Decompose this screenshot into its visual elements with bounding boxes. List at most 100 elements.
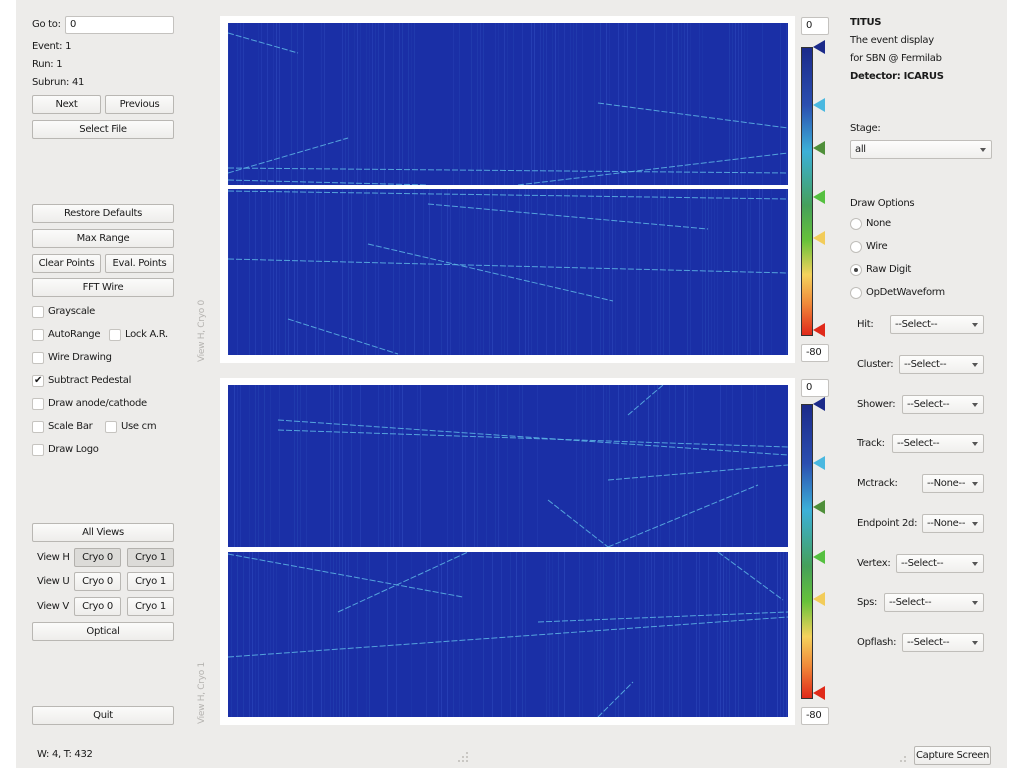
next-button[interactable]: Next bbox=[32, 95, 101, 114]
colorbar-marker-handle[interactable] bbox=[813, 591, 825, 606]
view-v-cryo1-button[interactable]: Cryo 1 bbox=[127, 597, 174, 616]
wire-noise bbox=[228, 23, 229, 185]
view-h-cryo0-button[interactable]: Cryo 0 bbox=[74, 548, 121, 567]
wire-noise bbox=[429, 189, 430, 355]
plot-cryo1-tpc0[interactable] bbox=[228, 385, 788, 547]
sps-select[interactable]: --Select-- bbox=[884, 593, 984, 612]
wire-noise bbox=[618, 385, 619, 547]
fft-wire-button[interactable]: FFT Wire bbox=[32, 278, 174, 297]
stage-label: Stage: bbox=[850, 123, 881, 134]
plot-cryo0-tpc0[interactable] bbox=[228, 23, 788, 185]
draw-none-radio[interactable] bbox=[850, 218, 862, 230]
draw-raw-digit-radio[interactable] bbox=[850, 264, 862, 276]
wire-noise bbox=[486, 385, 487, 547]
max-range-button[interactable]: Max Range bbox=[32, 229, 174, 248]
draw-opdetwaveform-radio[interactable] bbox=[850, 287, 862, 299]
colorbar-marker-handle[interactable] bbox=[813, 397, 825, 411]
splitter-grip[interactable] bbox=[904, 760, 906, 762]
colorbar-marker-handle[interactable] bbox=[813, 500, 825, 515]
mctrack-select[interactable]: --None-- bbox=[922, 474, 984, 493]
particle-track bbox=[277, 429, 788, 448]
lock-ar-checkbox[interactable] bbox=[109, 329, 121, 341]
colorbar-marker-handle[interactable] bbox=[813, 40, 825, 54]
splitter-grip[interactable] bbox=[458, 760, 460, 762]
draw-anode-cathode-checkbox[interactable] bbox=[32, 398, 44, 410]
track-select[interactable]: --Select-- bbox=[892, 434, 984, 453]
wire-noise bbox=[504, 23, 505, 185]
view-v-cryo0-button[interactable]: Cryo 0 bbox=[74, 597, 121, 616]
plot-cryo1-tpc1[interactable] bbox=[228, 552, 788, 717]
view-v-label: View V bbox=[37, 601, 69, 612]
grayscale-checkbox[interactable] bbox=[32, 306, 44, 318]
colorbar-marker-handle[interactable] bbox=[813, 230, 825, 245]
shower-select[interactable]: --Select-- bbox=[902, 395, 984, 414]
all-views-button[interactable]: All Views bbox=[32, 523, 174, 542]
wire-noise bbox=[507, 23, 508, 185]
wire-noise bbox=[366, 23, 367, 185]
splitter-grip[interactable] bbox=[466, 760, 468, 762]
colorbar-max-input-cryo1[interactable]: 0 bbox=[801, 379, 829, 397]
view-u-cryo0-button[interactable]: Cryo 0 bbox=[74, 572, 121, 591]
colorbar-marker-handle[interactable] bbox=[813, 456, 825, 470]
cluster-value: --Select-- bbox=[904, 359, 947, 370]
colorbar-marker-handle[interactable] bbox=[813, 190, 825, 205]
draw-wire-radio[interactable] bbox=[850, 241, 862, 253]
wire-noise bbox=[612, 189, 613, 355]
wire-noise bbox=[321, 552, 322, 717]
splitter-grip[interactable] bbox=[904, 756, 906, 758]
splitter-grip[interactable] bbox=[900, 760, 902, 762]
colorbar-min-input-cryo0[interactable]: -80 bbox=[801, 344, 829, 362]
wire-noise bbox=[255, 385, 256, 547]
wire-noise bbox=[717, 552, 718, 717]
quit-button[interactable]: Quit bbox=[32, 706, 174, 725]
wire-noise bbox=[546, 189, 547, 355]
restore-defaults-button[interactable]: Restore Defaults bbox=[32, 204, 174, 223]
draw-logo-checkbox[interactable] bbox=[32, 444, 44, 456]
colorbar-min-input-cryo1[interactable]: -80 bbox=[801, 707, 829, 725]
capture-screen-button[interactable]: Capture Screen bbox=[914, 746, 991, 765]
colorbar-marker-handle[interactable] bbox=[813, 323, 825, 338]
splitter-grip[interactable] bbox=[466, 752, 468, 754]
colorbar-marker-handle[interactable] bbox=[813, 550, 825, 565]
optical-button[interactable]: Optical bbox=[32, 622, 174, 641]
splitter-grip[interactable] bbox=[462, 756, 464, 758]
view-u-cryo1-button[interactable]: Cryo 1 bbox=[127, 572, 174, 591]
stage-select[interactable]: all bbox=[850, 140, 992, 159]
goto-input[interactable]: 0 bbox=[65, 16, 174, 34]
wire-noise bbox=[339, 385, 340, 547]
splitter-grip[interactable] bbox=[462, 760, 464, 762]
raw-digit-image bbox=[228, 189, 788, 355]
cluster-select[interactable]: --Select-- bbox=[899, 355, 984, 374]
wire-drawing-checkbox[interactable] bbox=[32, 352, 44, 364]
view-h-cryo1-button[interactable]: Cryo 1 bbox=[127, 548, 174, 567]
previous-button[interactable]: Previous bbox=[105, 95, 174, 114]
wire-noise bbox=[501, 552, 502, 717]
scale-bar-checkbox[interactable] bbox=[32, 421, 44, 433]
autorange-checkbox[interactable] bbox=[32, 329, 44, 341]
colorbar-max-input-cryo0[interactable]: 0 bbox=[801, 17, 829, 35]
subtract-pedestal-checkbox[interactable]: ✔ bbox=[32, 375, 44, 387]
plot-cryo0-tpc1[interactable] bbox=[228, 189, 788, 355]
wire-noise bbox=[465, 189, 466, 355]
vertex-select[interactable]: --Select-- bbox=[896, 554, 984, 573]
colorbar-marker-handle[interactable] bbox=[813, 141, 825, 156]
colorbar-marker-handle[interactable] bbox=[813, 97, 825, 112]
wire-noise bbox=[480, 189, 481, 355]
wire-noise bbox=[237, 552, 238, 717]
endpoint2d-select[interactable]: --None-- bbox=[922, 514, 984, 533]
eval-points-button[interactable]: Eval. Points bbox=[105, 254, 174, 273]
hit-select[interactable]: --Select-- bbox=[890, 315, 984, 334]
wire-noise bbox=[249, 385, 250, 547]
wire-noise bbox=[654, 385, 655, 547]
opflash-select[interactable]: --Select-- bbox=[902, 633, 984, 652]
wire-noise bbox=[762, 552, 763, 717]
clear-points-button[interactable]: Clear Points bbox=[32, 254, 101, 273]
wire-noise bbox=[585, 385, 586, 547]
wire-noise bbox=[447, 385, 448, 547]
chevron-down-icon bbox=[972, 641, 978, 645]
colorbar-marker-handle[interactable] bbox=[813, 686, 825, 701]
wire-noise bbox=[483, 23, 484, 185]
splitter-grip[interactable] bbox=[466, 756, 468, 758]
select-file-button[interactable]: Select File bbox=[32, 120, 174, 139]
use-cm-checkbox[interactable] bbox=[105, 421, 117, 433]
